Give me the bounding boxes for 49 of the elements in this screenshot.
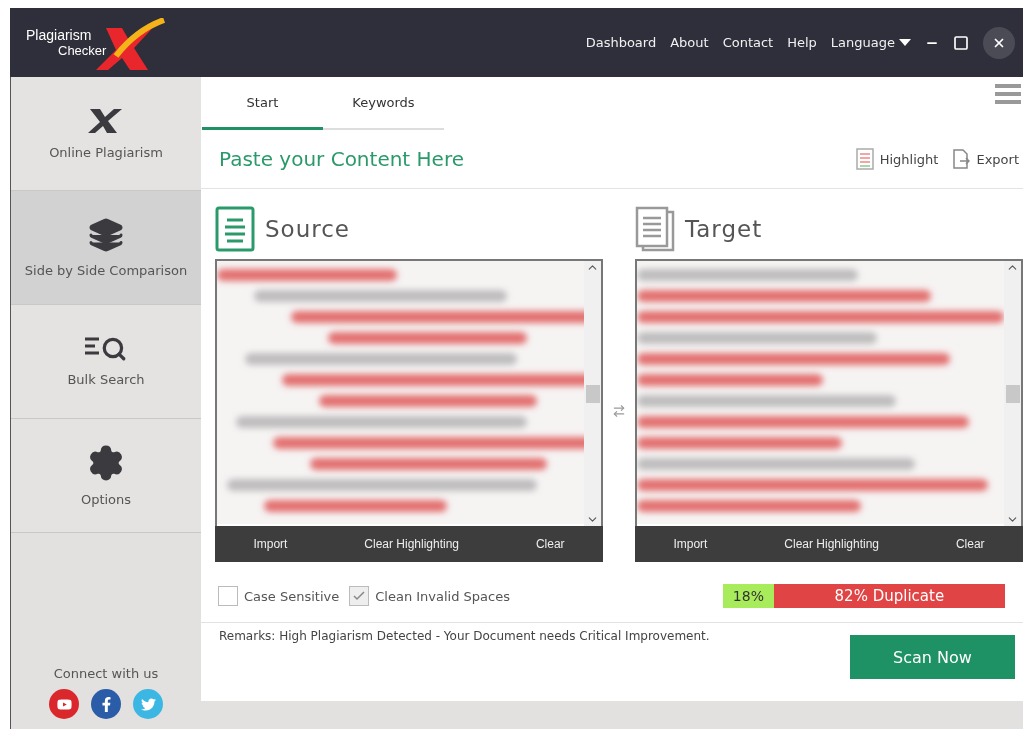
sidebar-item[interactable]: Side by Side Comparison [11,191,201,305]
language-dropdown[interactable]: Language [830,35,911,50]
scroll-thumb[interactable] [585,384,600,403]
toolbar-button[interactable]: Clear [529,536,571,552]
toolbar-button[interactable]: Import [667,536,714,552]
document-lines-icon [855,148,874,170]
nav-link[interactable]: Contact [722,35,774,50]
tab[interactable]: Start [202,77,323,130]
check-icon [353,591,366,601]
swap-icon[interactable] [612,403,626,418]
documents-icon [635,206,675,252]
export-link[interactable]: Export [952,149,1019,169]
caret-icon [899,38,911,47]
highlight-link[interactable]: Highlight [855,148,939,170]
list-search-icon [85,336,127,362]
unique-share: 18% [723,584,774,608]
panel-title: Source [265,216,350,242]
checkbox-label: Case Sensitive [244,588,340,604]
toolbar-button[interactable]: Clear [949,536,991,552]
facebook-icon[interactable] [91,689,121,719]
twitter-icon[interactable] [133,689,163,719]
scan-button[interactable]: Scan Now [850,635,1015,679]
toolbar-button[interactable]: Clear Highlighting [358,536,465,552]
nav-link[interactable]: About [670,35,709,50]
document-icon [215,206,255,252]
panel-title: Target [685,216,763,242]
duplicate-share: 82% Duplicate [834,587,945,605]
scrollbar[interactable] [584,261,601,526]
export-icon [952,149,971,169]
remarks-text: Remarks: High Plagiarism Detected - Your Document needs Critical Improvement. [219,629,710,645]
gear-icon [87,444,125,482]
nav-link[interactable]: Dashboard [585,35,657,50]
logo: Plagiarism Checker [26,17,166,68]
close-button[interactable] [983,26,1015,59]
connect-label: Connect with us [53,666,159,681]
toolbar-button[interactable]: Import [247,536,294,552]
checkbox[interactable] [349,586,370,606]
checkbox-label: Clean Invalid Spaces [375,588,510,604]
tab[interactable]: Keywords [323,77,444,130]
toolbar-button[interactable]: Clear Highlighting [778,536,885,552]
scrollbar[interactable] [1004,261,1021,526]
maximize-icon[interactable] [953,34,969,51]
layers-icon [88,217,124,253]
youtube-icon[interactable] [49,689,79,719]
scroll-thumb[interactable] [1005,384,1020,403]
x-mark-icon [88,107,124,135]
checkbox[interactable] [218,586,238,606]
page-heading: Paste your Content Here [219,147,464,171]
nav-link[interactable]: Help [787,35,817,50]
